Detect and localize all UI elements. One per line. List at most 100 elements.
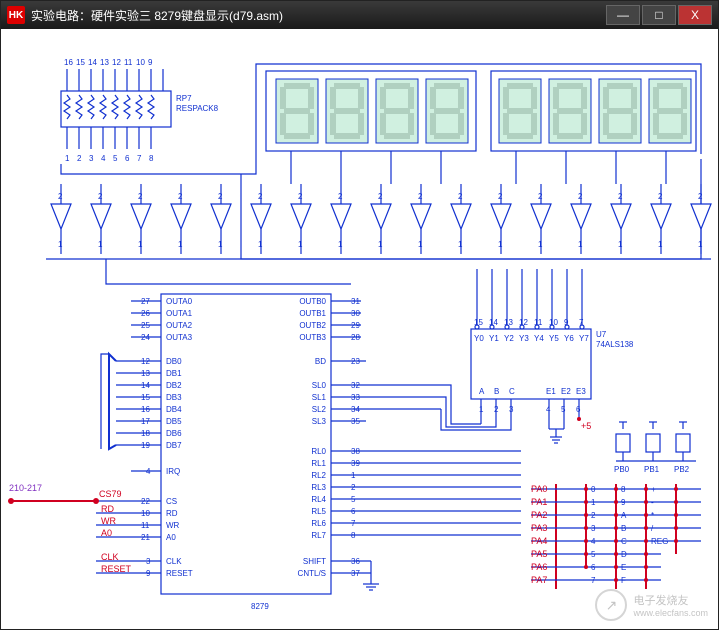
svg-text:SL2: SL2 (312, 405, 327, 414)
svg-text:SHIFT: SHIFT (303, 557, 326, 566)
buffer-bot-labels: 11 11 11 11 11 11 11 11 1 (58, 240, 703, 249)
svg-text:OUTB3: OUTB3 (299, 333, 326, 342)
watermark-name: 电子发烧友 (633, 592, 708, 608)
svg-text:CS79: CS79 (99, 489, 122, 499)
svg-text:D: D (621, 550, 627, 559)
svg-text:RL6: RL6 (311, 519, 326, 528)
svg-text:DB6: DB6 (166, 429, 182, 438)
svg-text:RL0: RL0 (311, 447, 326, 456)
svg-text:PB2: PB2 (674, 465, 690, 474)
svg-text:1: 1 (298, 240, 303, 249)
svg-text:8279: 8279 (251, 602, 269, 611)
svg-text:A0: A0 (101, 528, 112, 538)
svg-text:1: 1 (98, 240, 103, 249)
svg-text:PA6: PA6 (531, 562, 547, 572)
svg-text:DB2: DB2 (166, 381, 182, 390)
chip-8279: 8279 27OUTA0 26OUTA1 25OUTA2 24OUTA3 OUT… (96, 294, 521, 611)
svg-text:2: 2 (458, 192, 463, 201)
svg-text:1: 1 (138, 240, 143, 249)
watermark-url: www.elecfans.com (633, 608, 708, 618)
svg-text:5: 5 (591, 550, 596, 559)
svg-text:WR: WR (166, 521, 180, 530)
svg-text:PA2: PA2 (531, 510, 547, 520)
svg-text:2: 2 (698, 192, 703, 201)
svg-text:U7: U7 (596, 330, 607, 339)
svg-text:Y4: Y4 (534, 334, 544, 343)
close-button[interactable]: X (678, 5, 712, 25)
app-window: HK 实验电路：硬件实验三 8279键盘显示(d79.asm) — □ X (0, 0, 719, 630)
svg-text:OUTB1: OUTB1 (299, 309, 326, 318)
svg-text:Y2: Y2 (504, 334, 514, 343)
svg-text:RL7: RL7 (311, 531, 326, 540)
svg-text:PA0: PA0 (531, 484, 547, 494)
svg-text:2: 2 (658, 192, 663, 201)
svg-text:E: E (621, 563, 626, 572)
svg-text:1: 1 (58, 240, 63, 249)
svg-text:PA5: PA5 (531, 549, 547, 559)
svg-text:SL1: SL1 (312, 393, 327, 402)
svg-text:2: 2 (298, 192, 303, 201)
svg-text:5: 5 (113, 154, 118, 163)
svg-text:2: 2 (77, 154, 82, 163)
push-buttons: PB0 PB1 PB2 (614, 422, 696, 474)
svg-text:2: 2 (98, 192, 103, 201)
svg-text:13: 13 (100, 58, 109, 67)
svg-text:E2: E2 (561, 387, 571, 396)
svg-text:CLK: CLK (101, 552, 119, 562)
svg-text:RESPACK8: RESPACK8 (176, 104, 219, 113)
keypad-matrix: PA0PA1 PA2PA3 PA4PA5 PA6PA7 08+ 19- 2A* … (531, 484, 701, 589)
svg-text:PA4: PA4 (531, 536, 547, 546)
maximize-button[interactable]: □ (642, 5, 676, 25)
svg-text:Y3: Y3 (519, 334, 529, 343)
svg-text:7: 7 (137, 154, 142, 163)
svg-text:1: 1 (591, 498, 596, 507)
svg-text:4: 4 (591, 537, 596, 546)
svg-text:A: A (479, 387, 485, 396)
svg-text:REG: REG (651, 537, 668, 546)
svg-text:E3: E3 (576, 387, 586, 396)
svg-text:2: 2 (338, 192, 343, 201)
svg-text:2: 2 (58, 192, 63, 201)
svg-text:OUTB0: OUTB0 (299, 297, 326, 306)
svg-text:1: 1 (65, 154, 70, 163)
svg-text:2: 2 (578, 192, 583, 201)
svg-text:Y5: Y5 (549, 334, 559, 343)
svg-text:Y0: Y0 (474, 334, 484, 343)
svg-text:2: 2 (591, 511, 596, 520)
svg-text:DB5: DB5 (166, 417, 182, 426)
svg-text:Y6: Y6 (564, 334, 574, 343)
svg-text:10: 10 (136, 58, 145, 67)
schematic-svg: RP7 RESPACK8 1615 1413 1211 109 12 34 56… (1, 29, 718, 629)
svg-text:RL1: RL1 (311, 459, 326, 468)
svg-text:3: 3 (89, 154, 94, 163)
svg-text:4: 4 (101, 154, 106, 163)
svg-text:1: 1 (658, 240, 663, 249)
svg-text:0: 0 (591, 485, 596, 494)
svg-text:210-217: 210-217 (9, 483, 42, 493)
svg-text:2: 2 (498, 192, 503, 201)
schematic-canvas[interactable]: RP7 RESPACK8 1615 1413 1211 109 12 34 56… (1, 29, 718, 629)
svg-text:E1: E1 (546, 387, 556, 396)
svg-text:9: 9 (621, 498, 626, 507)
svg-text:PA3: PA3 (531, 523, 547, 533)
svg-text:DB7: DB7 (166, 441, 182, 450)
svg-text:2: 2 (538, 192, 543, 201)
resistor-pack: RP7 RESPACK8 (61, 69, 219, 149)
svg-text:1: 1 (258, 240, 263, 249)
rp-bot-pins: 12 34 56 78 (65, 154, 154, 163)
app-logo: HK (7, 6, 25, 24)
svg-text:+: + (651, 485, 656, 494)
svg-text:OUTA0: OUTA0 (166, 297, 193, 306)
ctrl-labels: RD WR A0 CLK RESET (101, 504, 132, 574)
svg-text:RD: RD (166, 509, 178, 518)
svg-text:DB3: DB3 (166, 393, 182, 402)
svg-text:7: 7 (591, 576, 596, 585)
svg-text:1: 1 (698, 240, 703, 249)
watermark-icon: ↗ (595, 589, 627, 621)
svg-text:2: 2 (178, 192, 183, 201)
minimize-button[interactable]: — (606, 5, 640, 25)
svg-text:6: 6 (125, 154, 130, 163)
svg-text:RL5: RL5 (311, 507, 326, 516)
display-drops (291, 151, 666, 184)
svg-text:RL4: RL4 (311, 495, 326, 504)
